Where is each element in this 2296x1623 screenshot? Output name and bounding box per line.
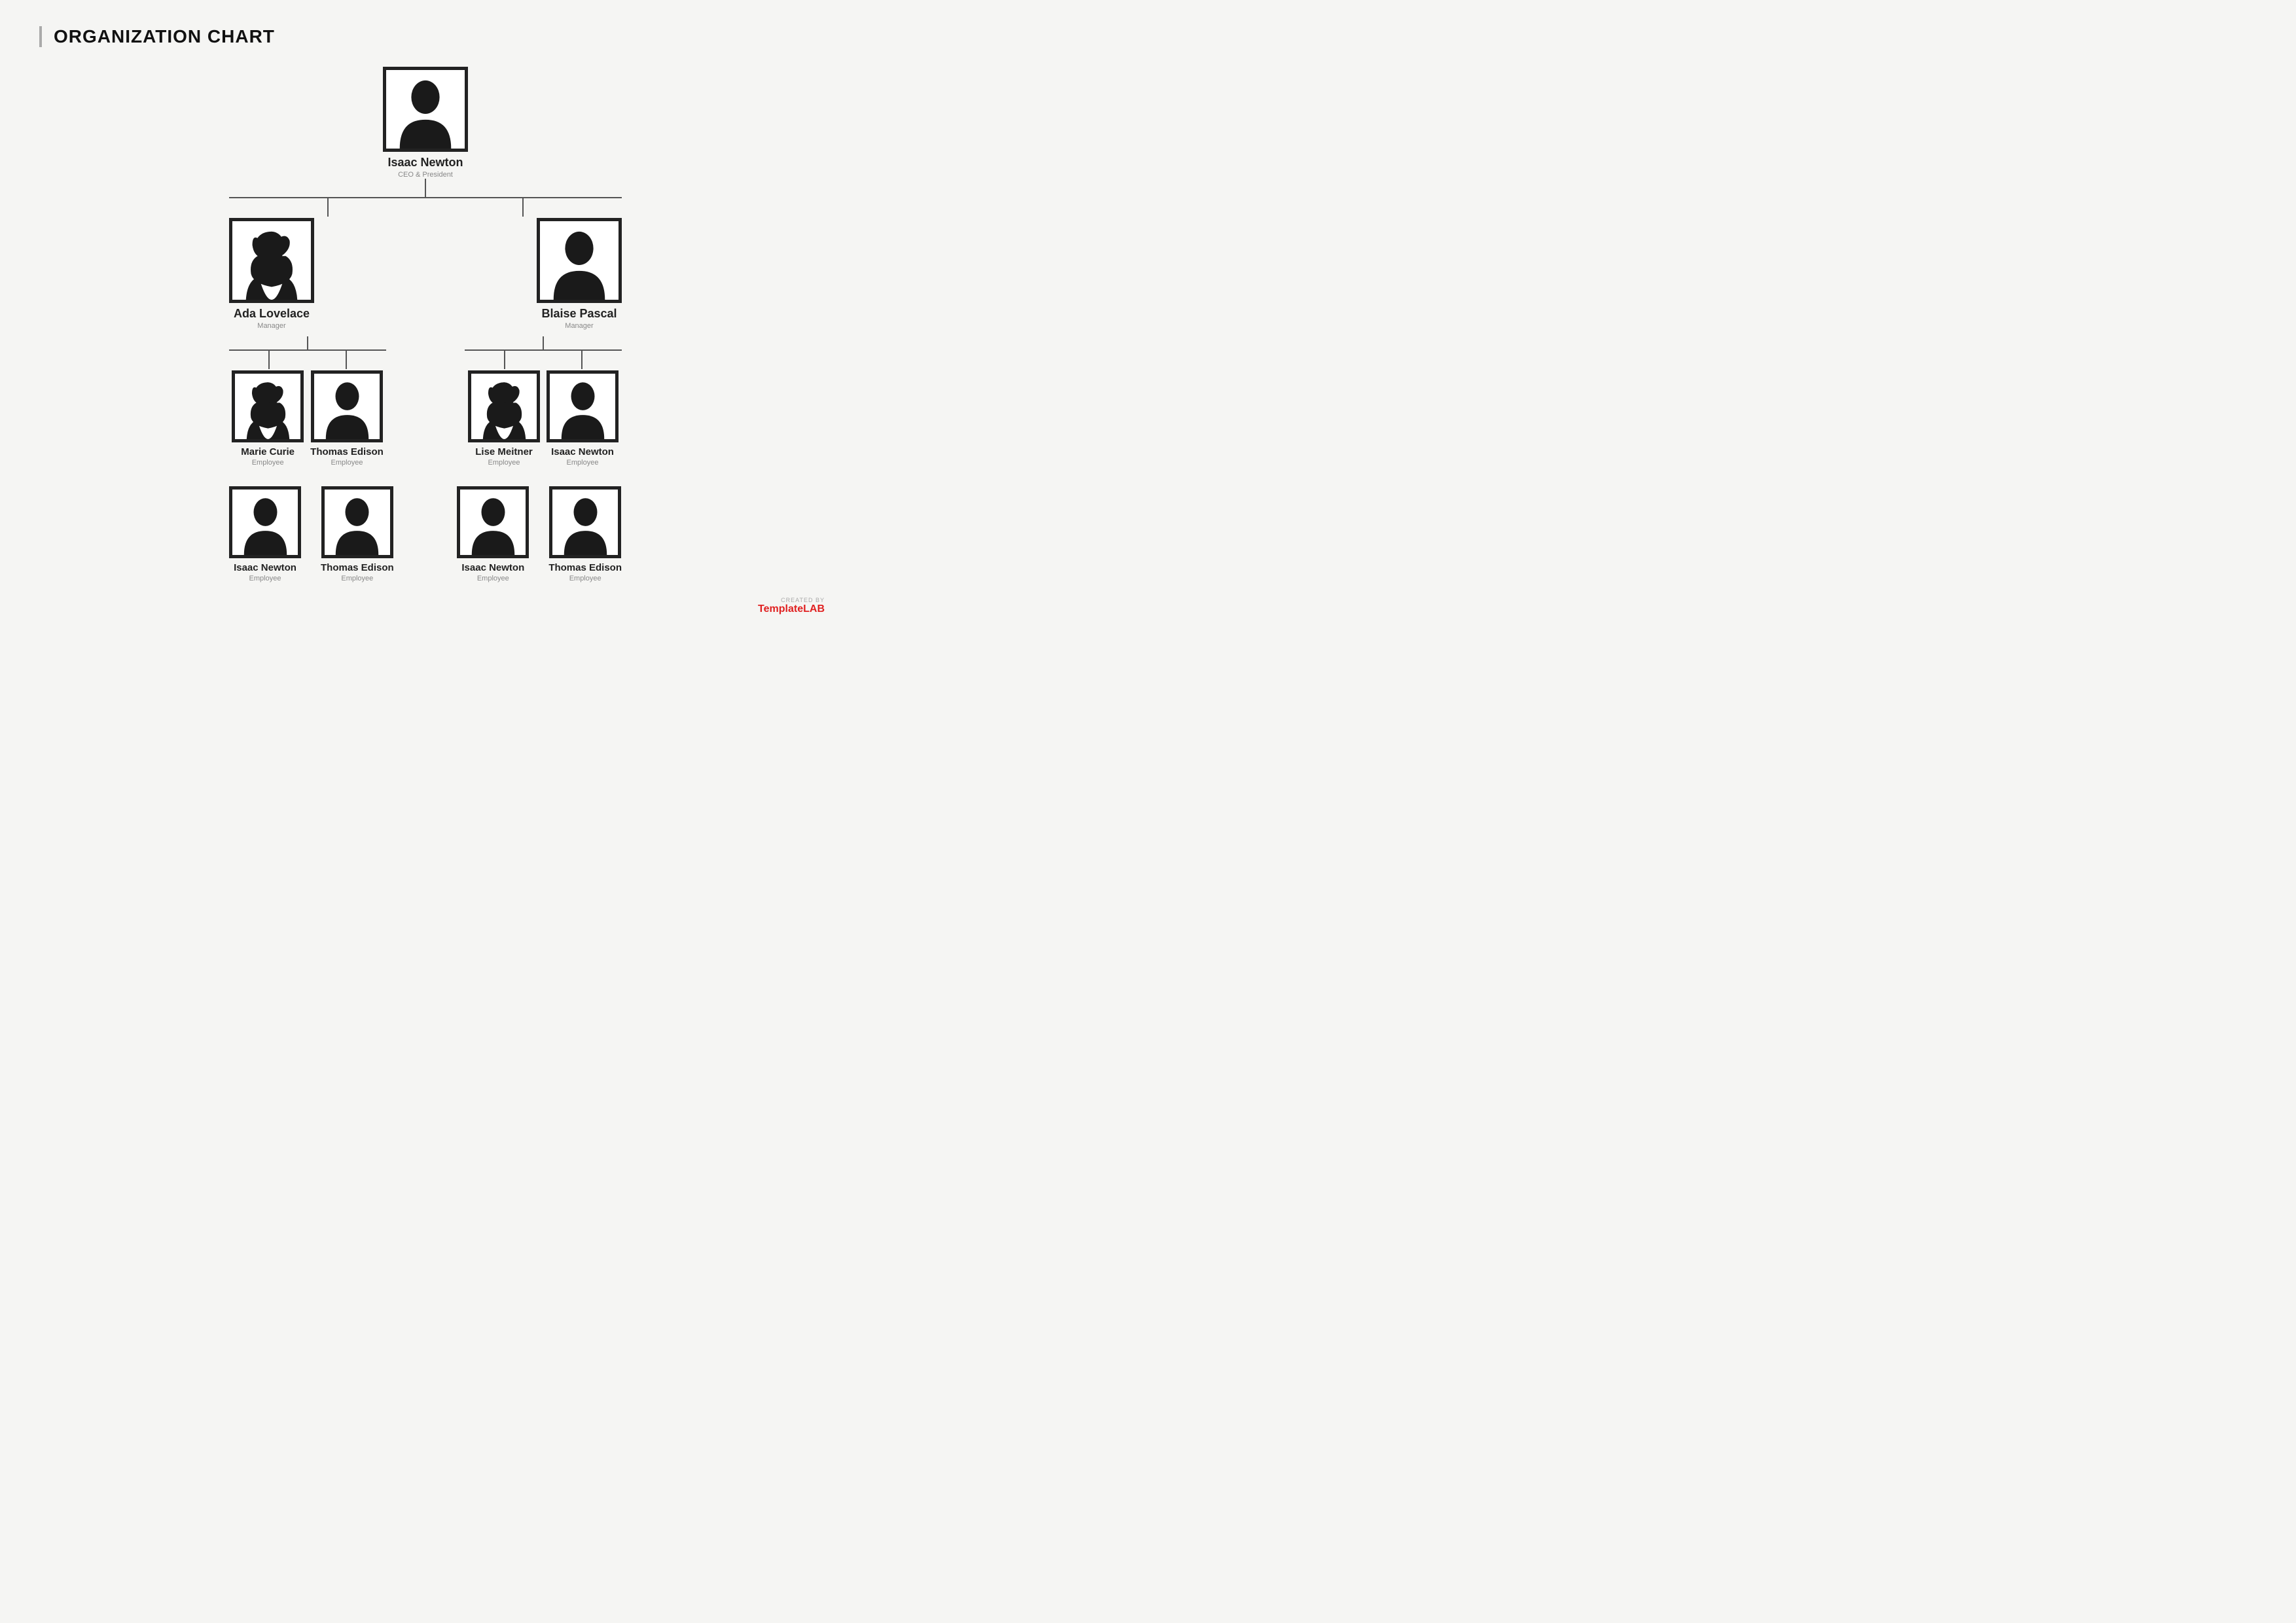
lise-role: Employee xyxy=(488,459,520,467)
level3-area: Marie Curie Employee Thomas Edison Emplo… xyxy=(229,336,622,467)
connector-ceo-down xyxy=(425,179,426,197)
ada-right-down xyxy=(346,349,347,369)
employee-thomas1-node: Thomas Edison Employee xyxy=(310,370,384,467)
brand-name: TemplateLAB xyxy=(758,603,825,615)
bottom-photo-2 xyxy=(457,486,529,558)
brand-prefix: Template xyxy=(758,603,803,615)
ada-employees-group: Marie Curie Employee Thomas Edison Emplo… xyxy=(229,336,386,467)
bottom-right-group: Isaac Newton Employee Thomas Edison Empl… xyxy=(457,486,622,582)
ada-left-down xyxy=(268,349,270,369)
bottom-node-3: Thomas Edison Employee xyxy=(548,486,622,582)
page-title: ORGANIZATION CHART xyxy=(39,26,812,47)
lise-name: Lise Meitner xyxy=(475,446,533,457)
connector-right-down xyxy=(522,197,524,217)
bottom-role-1: Employee xyxy=(341,575,373,582)
blaise-conn-down xyxy=(543,336,544,349)
created-by-label: CREATED BY xyxy=(758,597,825,603)
marie-photo xyxy=(232,370,304,442)
manager-ada-node: Ada Lovelace Manager xyxy=(229,218,314,330)
isaac-emp-name: Isaac Newton xyxy=(551,446,614,457)
blaise-h-conn xyxy=(465,349,622,351)
bottom-node-2: Isaac Newton Employee xyxy=(457,486,529,582)
bottom-name-2: Isaac Newton xyxy=(461,562,524,573)
bottom-role-0: Employee xyxy=(249,575,281,582)
manager-blaise-group: Blaise Pascal Manager xyxy=(537,218,622,330)
bottom-row-area: Isaac Newton Employee Thomas Edison Empl… xyxy=(229,486,622,582)
bottom-photo-0 xyxy=(229,486,301,558)
blaise-employees-row: Lise Meitner Employee Isaac Newton Emplo… xyxy=(468,370,619,467)
bottom-role-2: Employee xyxy=(477,575,509,582)
thomas1-name: Thomas Edison xyxy=(310,446,384,457)
managers-row: Ada Lovelace Manager Blaise Pascal Manag… xyxy=(229,218,622,330)
brand-label: TemplateLAB xyxy=(758,603,825,615)
watermark: CREATED BY TemplateLAB xyxy=(758,597,825,615)
manager-blaise-node: Blaise Pascal Manager xyxy=(537,218,622,330)
ada-h-conn xyxy=(229,349,386,351)
employee-lise-node: Lise Meitner Employee xyxy=(468,370,540,467)
thomas1-role: Employee xyxy=(331,459,363,467)
ceo-node: Isaac Newton CEO & President xyxy=(383,67,468,179)
blaise-name: Blaise Pascal xyxy=(541,307,617,321)
ada-photo xyxy=(229,218,314,303)
blaise-left-down xyxy=(504,349,505,369)
ada-name: Ada Lovelace xyxy=(234,307,310,321)
ceo-level: Isaac Newton CEO & President xyxy=(383,67,468,179)
employee-marie-node: Marie Curie Employee xyxy=(232,370,304,467)
thomas1-photo xyxy=(311,370,383,442)
isaac-emp-role: Employee xyxy=(567,459,599,467)
bottom-photo-1 xyxy=(321,486,393,558)
ada-role: Manager xyxy=(257,322,285,330)
manager-ada-group: Ada Lovelace Manager xyxy=(229,218,314,330)
bottom-name-0: Isaac Newton xyxy=(234,562,296,573)
ada-conn-down xyxy=(307,336,308,349)
bottom-name-3: Thomas Edison xyxy=(548,562,622,573)
bottom-photo-3 xyxy=(549,486,621,558)
connector-h-lvl2 xyxy=(229,197,622,198)
marie-name: Marie Curie xyxy=(241,446,295,457)
blaise-right-down xyxy=(581,349,583,369)
bottom-role-3: Employee xyxy=(569,575,601,582)
blaise-role: Manager xyxy=(565,322,593,330)
org-chart: Isaac Newton CEO & President Ada Lovelac… xyxy=(39,67,812,582)
ceo-name: Isaac Newton xyxy=(387,156,463,169)
brand-suffix: LAB xyxy=(803,603,825,615)
bottom-node-1: Thomas Edison Employee xyxy=(321,486,394,582)
bottom-left-group: Isaac Newton Employee Thomas Edison Empl… xyxy=(229,486,394,582)
bottom-name-1: Thomas Edison xyxy=(321,562,394,573)
blaise-employees-group: Lise Meitner Employee Isaac Newton Emplo… xyxy=(465,336,622,467)
employee-isaac-node: Isaac Newton Employee xyxy=(547,370,619,467)
bottom-node-0: Isaac Newton Employee xyxy=(229,486,301,582)
marie-role: Employee xyxy=(252,459,284,467)
ada-employees-row: Marie Curie Employee Thomas Edison Emplo… xyxy=(232,370,384,467)
ceo-role: CEO & President xyxy=(398,171,453,179)
lise-photo xyxy=(468,370,540,442)
blaise-photo xyxy=(537,218,622,303)
isaac-emp-photo xyxy=(547,370,619,442)
connector-left-down xyxy=(327,197,329,217)
ceo-photo xyxy=(383,67,468,152)
